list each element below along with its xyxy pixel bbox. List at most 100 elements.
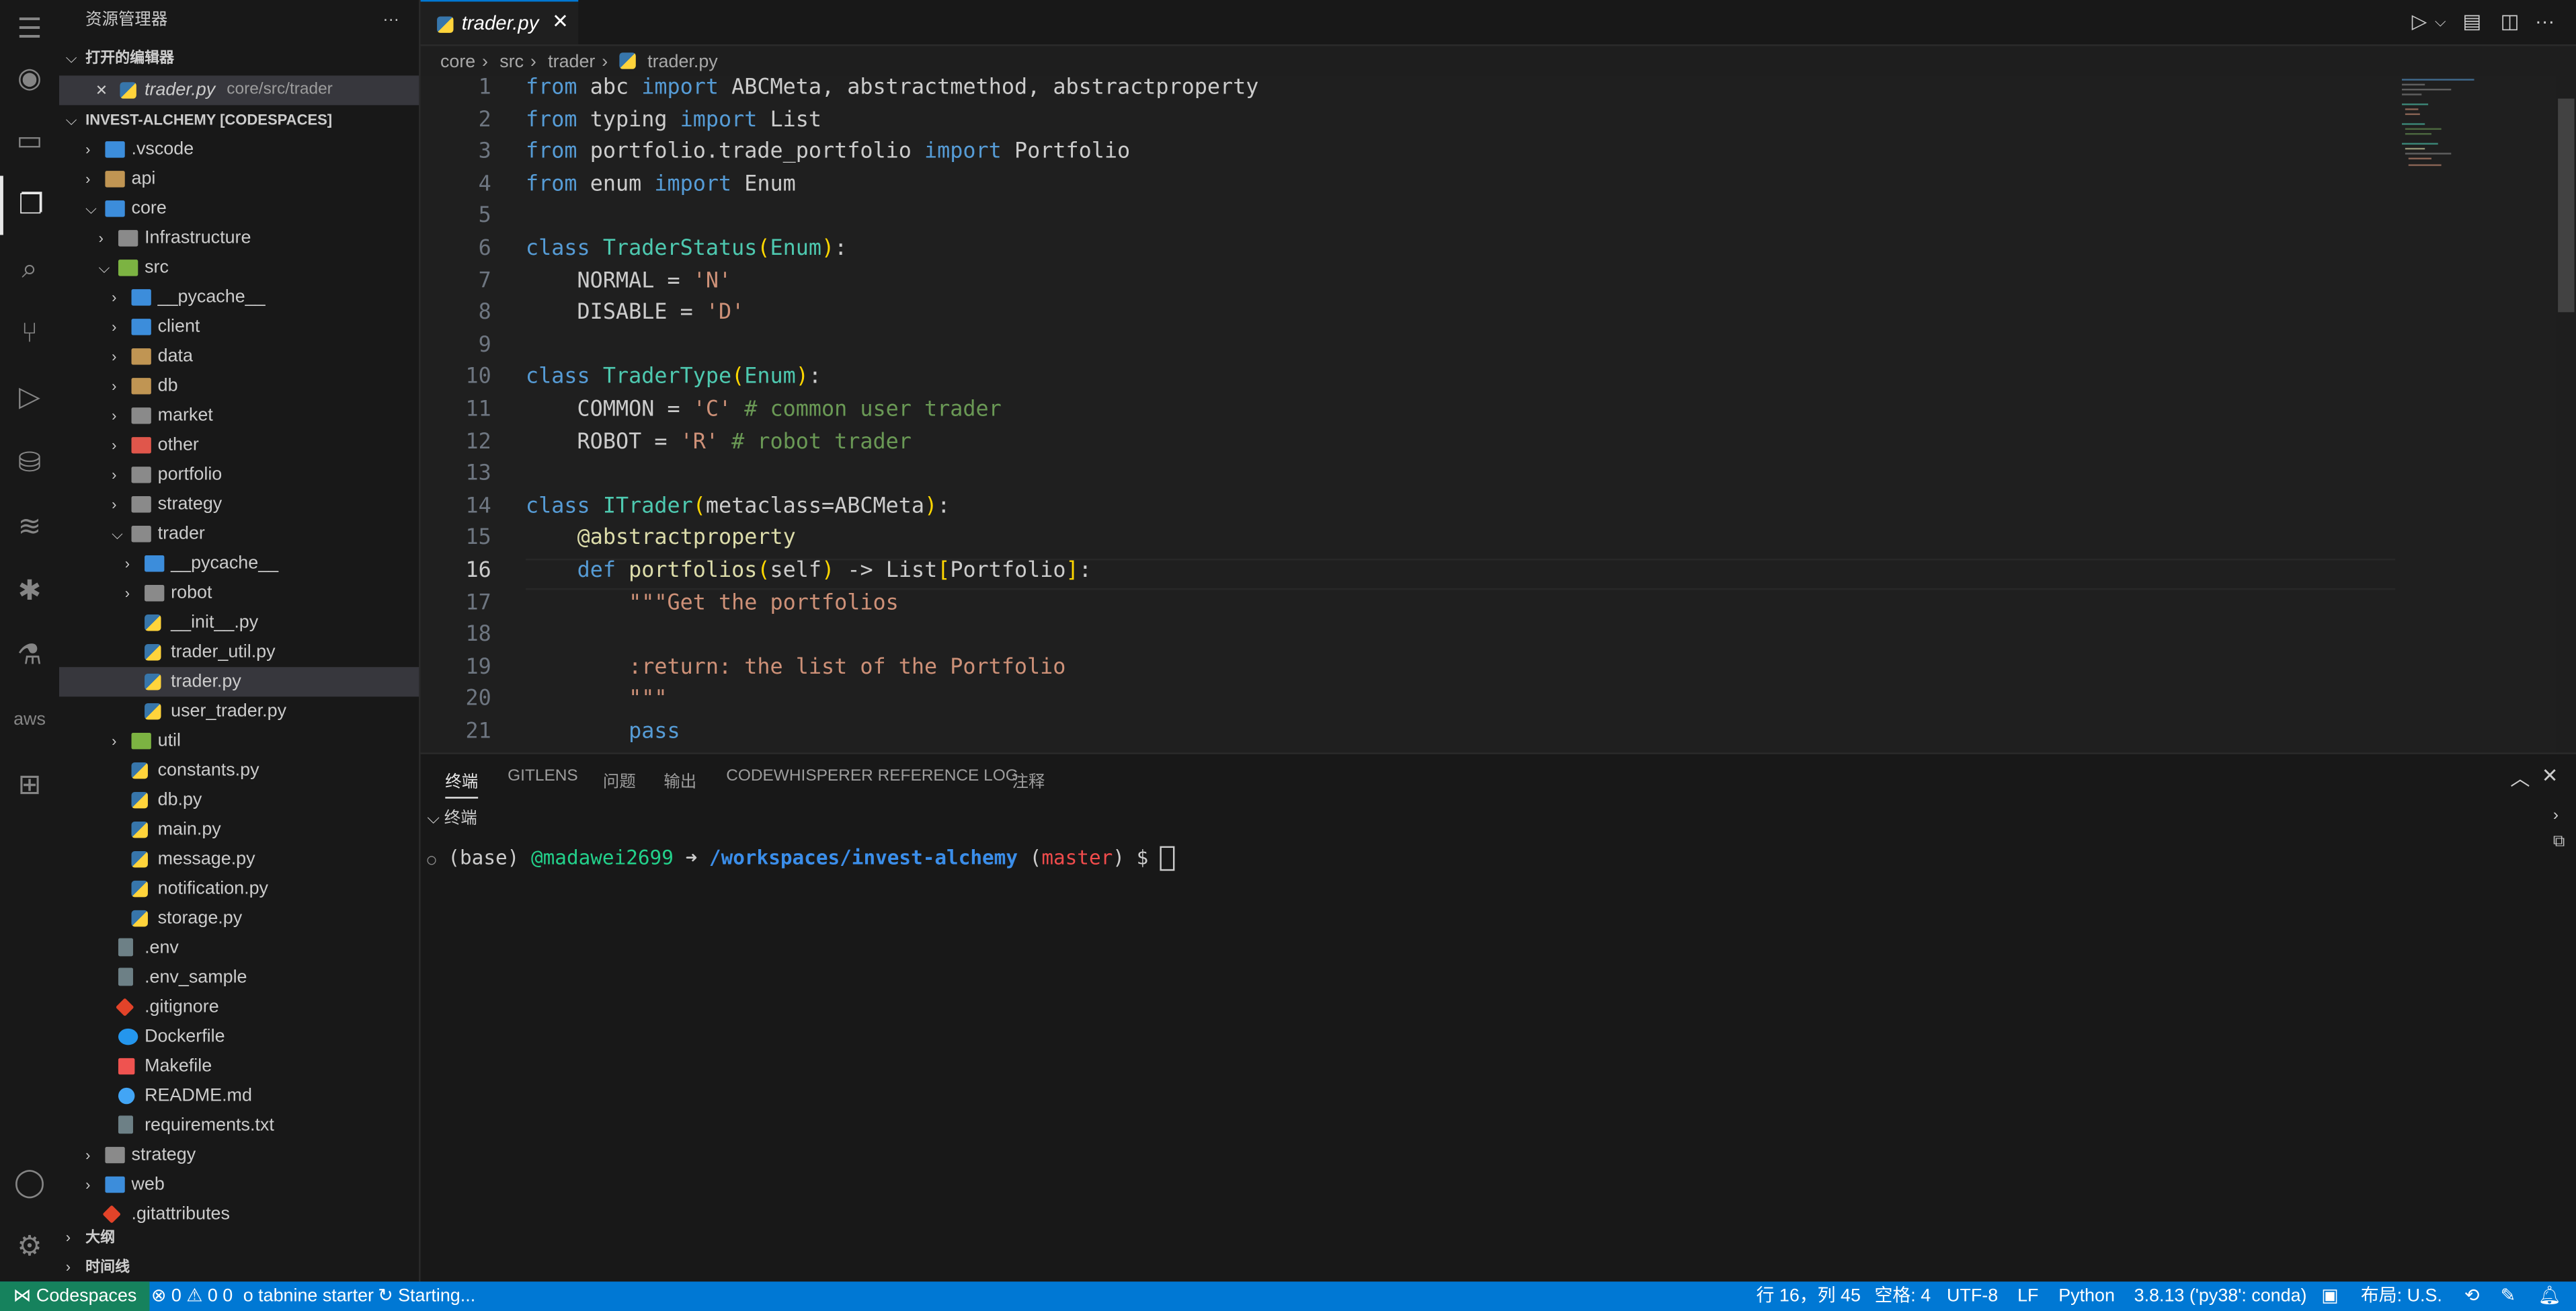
outline-section[interactable]: › 大纲: [59, 1222, 419, 1252]
remote-indicator[interactable]: ⋈ Codespaces: [0, 1281, 150, 1311]
notifications-bell-icon[interactable]: 🔔︎: [2538, 1281, 2561, 1311]
tree-item[interactable]: README.md: [59, 1081, 419, 1111]
problems-indicator[interactable]: ⊗ 0 ⚠ 0 0: [151, 1281, 233, 1311]
tree-item[interactable]: ⌵ core: [59, 194, 419, 223]
maximize-panel-icon[interactable]: ︿: [2510, 764, 2530, 792]
tree-item[interactable]: constants.py: [59, 756, 419, 785]
tree-item[interactable]: Makefile: [59, 1051, 419, 1081]
tree-item[interactable]: Dockerfile: [59, 1022, 419, 1051]
terminal-icon[interactable]: ▣: [2321, 1281, 2338, 1311]
settings-gear-icon[interactable]: ⚙: [0, 1218, 59, 1277]
tree-item[interactable]: › api: [59, 164, 419, 194]
tree-item[interactable]: trader.py: [58, 667, 419, 697]
run-debug-icon[interactable]: ▷: [0, 368, 59, 427]
tree-item[interactable]: › portfolio: [59, 460, 419, 489]
tree-item[interactable]: › .vscode: [59, 134, 419, 164]
terminal-section-header[interactable]: ⌵ 终端: [427, 803, 477, 828]
open-editors-section[interactable]: ⌵ 打开的编辑器: [59, 43, 419, 76]
breadcrumb-trader[interactable]: trader: [548, 52, 595, 72]
tree-item[interactable]: notification.py: [59, 874, 419, 904]
progress-indicator[interactable]: ↻ Starting...: [378, 1281, 475, 1311]
tree-item[interactable]: › __pycache__: [59, 282, 419, 312]
tree-item[interactable]: ⌵ trader: [59, 519, 419, 549]
python-interpreter[interactable]: 3.8.13 ('py38': conda): [2134, 1281, 2307, 1311]
chevron-right-icon[interactable]: ›: [2553, 807, 2559, 825]
tree-item[interactable]: › Infrastructure: [59, 223, 419, 253]
search-icon[interactable]: ⌕: [0, 240, 59, 299]
aws-icon[interactable]: aws: [0, 690, 59, 749]
more-actions-icon[interactable]: ···: [2535, 10, 2554, 33]
tree-item[interactable]: › strategy: [59, 489, 419, 519]
tab-codewhisperer-log[interactable]: CODEWHISPERER REFERENCE LOG: [726, 767, 1018, 785]
remote-explorer-icon[interactable]: ▭: [0, 112, 59, 171]
timeline-section[interactable]: › 时间线: [59, 1252, 419, 1281]
close-icon[interactable]: ✕: [552, 10, 569, 33]
tab-output[interactable]: 输出: [663, 767, 696, 792]
explorer-icon[interactable]: ❐: [0, 175, 59, 235]
cursor-position[interactable]: 行 16，列 45: [1757, 1281, 1861, 1311]
prompt-arrow: ➜: [685, 846, 698, 869]
tree-item[interactable]: › util: [59, 726, 419, 756]
project-section[interactable]: ⌵ INVEST-ALCHEMY [CODESPACES]: [59, 105, 419, 134]
breadcrumb-core[interactable]: core: [440, 52, 475, 72]
run-icon[interactable]: ▷: [2412, 10, 2427, 33]
tabnine-indicator[interactable]: o tabnine starter: [243, 1281, 374, 1311]
tree-item[interactable]: .env: [59, 933, 419, 963]
code-editor[interactable]: 1 2 3 4 5 6 7 8 9 10 11 12 13 14 15 16 17 18 19 20 21 from a…: [420, 75, 2557, 753]
tree-item[interactable]: ⌵ src: [59, 253, 419, 282]
keyboard-layout[interactable]: 布局: U.S.: [2361, 1281, 2442, 1311]
more-actions-icon[interactable]: ···: [383, 0, 399, 43]
tree-item[interactable]: › __pycache__: [59, 549, 419, 578]
tree-item[interactable]: trader_util.py: [59, 637, 419, 667]
open-preview-icon[interactable]: ▤: [2462, 10, 2481, 33]
tree-item[interactable]: › data: [59, 342, 419, 371]
extension-star-icon[interactable]: ✱: [0, 562, 59, 621]
tree-item[interactable]: .gitignore: [59, 992, 419, 1022]
testing-icon[interactable]: ⚗: [0, 626, 59, 685]
tree-item[interactable]: requirements.txt: [59, 1111, 419, 1140]
tab-terminal[interactable]: 终端: [445, 767, 479, 799]
tab-problems[interactable]: 问题: [603, 767, 636, 792]
github-icon[interactable]: ◉: [0, 49, 59, 108]
encoding[interactable]: UTF-8: [1947, 1281, 1998, 1311]
end-of-line[interactable]: LF: [2017, 1281, 2038, 1311]
tree-item[interactable]: db.py: [59, 785, 419, 815]
tab-comments[interactable]: 注释: [1012, 767, 1045, 792]
split-editor-icon[interactable]: ◫: [2501, 10, 2520, 33]
terminal-output[interactable]: ○ (base) @madawei2699 ➜ /workspaces/inve…: [427, 846, 1175, 871]
editor-scrollbar[interactable]: [2558, 98, 2575, 313]
breadcrumb-file[interactable]: trader.py: [647, 52, 718, 72]
tree-item[interactable]: › robot: [59, 578, 419, 608]
tab-gitlens[interactable]: GITLENS: [508, 767, 578, 785]
tree-item[interactable]: main.py: [59, 815, 419, 844]
tree-item[interactable]: › other: [59, 430, 419, 460]
tree-item[interactable]: › strategy: [59, 1140, 419, 1170]
terminal-split-icon[interactable]: ⧉: [2553, 833, 2565, 851]
tab-trader-py[interactable]: trader.py ✕: [420, 0, 579, 44]
tree-item[interactable]: storage.py: [59, 904, 419, 933]
breadcrumb-src[interactable]: src: [499, 52, 524, 72]
close-icon[interactable]: ✕: [95, 75, 112, 105]
language-mode[interactable]: Python: [2058, 1281, 2115, 1311]
feedback-icon[interactable]: ✎: [2501, 1281, 2516, 1311]
tree-item[interactable]: message.py: [59, 844, 419, 874]
extensions-icon[interactable]: ⊞: [0, 756, 59, 815]
indentation[interactable]: 空格: 4: [1874, 1281, 1931, 1311]
database-icon[interactable]: ⛁: [0, 434, 59, 493]
account-icon[interactable]: ◯: [0, 1154, 59, 1213]
tree-item[interactable]: user_trader.py: [59, 697, 419, 726]
close-panel-icon[interactable]: ✕: [2542, 764, 2559, 787]
tree-item[interactable]: › db: [59, 371, 419, 401]
tree-item[interactable]: .env_sample: [59, 963, 419, 992]
minimap[interactable]: [2395, 75, 2559, 752]
chevron-down-icon[interactable]: ⌵: [2435, 13, 2446, 32]
source-control-icon[interactable]: ⑂: [0, 304, 59, 363]
tree-item[interactable]: __init__.py: [59, 608, 419, 637]
tree-item[interactable]: › market: [59, 401, 419, 430]
tree-item[interactable]: › client: [59, 312, 419, 342]
layers-icon[interactable]: ≋: [0, 498, 59, 557]
tree-item[interactable]: › web: [59, 1170, 419, 1199]
open-editor-item[interactable]: ✕ trader.py core/src/trader: [58, 75, 419, 106]
line-number: 1: [478, 75, 491, 101]
live-share-icon[interactable]: ⟲: [2464, 1281, 2480, 1311]
